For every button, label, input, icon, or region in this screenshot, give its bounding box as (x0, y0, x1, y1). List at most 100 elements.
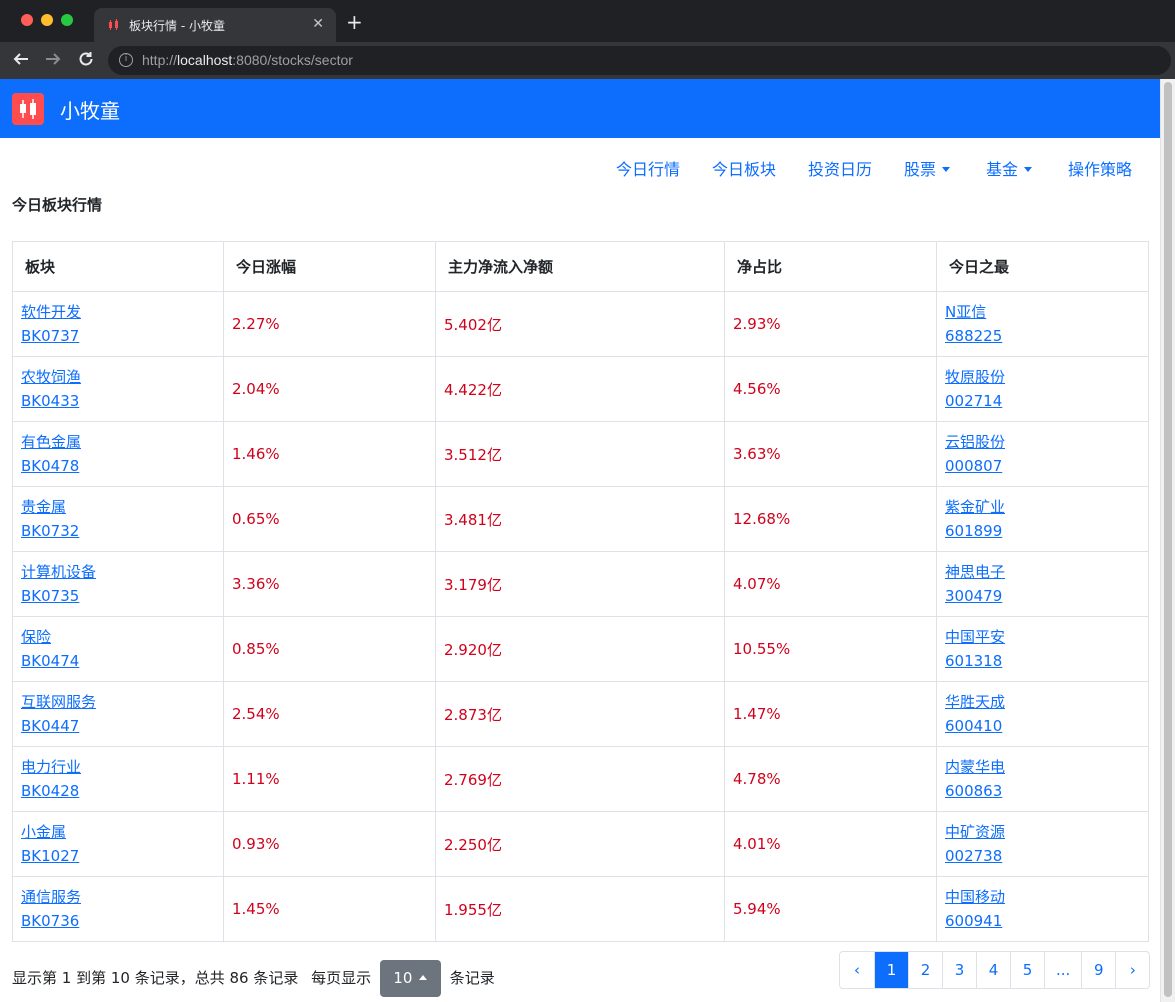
reload-icon[interactable] (77, 50, 95, 73)
vertical-scrollbar[interactable] (1160, 79, 1175, 1002)
sector-name-link[interactable]: 贵金属 (21, 495, 215, 519)
nav-stocks-dropdown[interactable]: 股票 (904, 156, 951, 180)
page-size-dropdown[interactable]: 10 (379, 960, 441, 997)
top-stock-code-link[interactable]: 600863 (945, 779, 1140, 803)
top-stock-code-link[interactable]: 000807 (945, 454, 1140, 478)
sector-code-link[interactable]: BK0433 (21, 389, 215, 413)
sector-code-link[interactable]: BK0737 (21, 324, 215, 348)
top-stock-cell: 紫金矿业 601899 (936, 486, 1149, 552)
top-stock-name-link[interactable]: N亚信 (945, 300, 1140, 324)
top-stock-code-link[interactable]: 600941 (945, 909, 1140, 933)
sector-cell: 小金属 BK1027 (12, 811, 224, 877)
top-stock-name-link[interactable]: 神思电子 (945, 560, 1140, 584)
tab-title: 板块行情 - 小牧童 (129, 19, 225, 33)
nav-today-market[interactable]: 今日行情 (616, 156, 680, 180)
top-stock-name-link[interactable]: 紫金矿业 (945, 495, 1140, 519)
record-range-text: 显示第 1 到第 10 条记录，总共 86 条记录 (12, 969, 299, 987)
top-stock-name-link[interactable]: 中国平安 (945, 625, 1140, 649)
sector-code-link[interactable]: BK0428 (21, 779, 215, 803)
top-stock-name-link[interactable]: 中矿资源 (945, 820, 1140, 844)
inflow-cell: 2.250亿 (435, 811, 725, 877)
sector-code-link[interactable]: BK1027 (21, 844, 215, 868)
change-cell: 2.04% (223, 356, 436, 422)
page-button-3[interactable]: 3 (942, 952, 976, 988)
top-stock-code-link[interactable]: 600410 (945, 714, 1140, 738)
top-stock-cell: 中国平安 601318 (936, 616, 1149, 682)
scrollbar-thumb[interactable] (1164, 82, 1172, 997)
nav-strategy[interactable]: 操作策略 (1068, 156, 1132, 180)
ratio-cell: 2.93% (724, 291, 937, 357)
top-stock-cell: 中矿资源 002738 (936, 811, 1149, 877)
top-stock-cell: 神思电子 300479 (936, 551, 1149, 617)
close-tab-icon[interactable]: ✕ (312, 16, 324, 32)
inflow-cell: 2.920亿 (435, 616, 725, 682)
ratio-cell: 4.01% (724, 811, 937, 877)
ratio-cell: 4.78% (724, 746, 937, 812)
table-row: 通信服务 BK0736 1.45% 1.955亿 5.94% 中国移动 600941 (12, 876, 1149, 942)
top-stock-name-link[interactable]: 牧原股份 (945, 365, 1140, 389)
sector-code-link[interactable]: BK0735 (21, 584, 215, 608)
top-stock-name-link[interactable]: 华胜天成 (945, 690, 1140, 714)
page-button-2[interactable]: 2 (908, 952, 942, 988)
ratio-cell: 10.55% (724, 616, 937, 682)
page-prev-button[interactable]: ‹ (840, 952, 874, 988)
top-stock-code-link[interactable]: 300479 (945, 584, 1140, 608)
top-navbar: 小牧童 (0, 79, 1160, 138)
page-button-4[interactable]: 4 (976, 952, 1010, 988)
sector-code-link[interactable]: BK0478 (21, 454, 215, 478)
column-header[interactable]: 板块 (12, 241, 224, 292)
nav-today-sector[interactable]: 今日板块 (712, 156, 776, 180)
top-stock-name-link[interactable]: 云铝股份 (945, 430, 1140, 454)
per-page-suffix: 条记录 (449, 969, 495, 987)
top-stock-code-link[interactable]: 601318 (945, 649, 1140, 673)
sector-code-link[interactable]: BK0732 (21, 519, 215, 543)
top-stock-name-link[interactable]: 中国移动 (945, 885, 1140, 909)
address-bar[interactable]: i http://localhost:8080/stocks/sector (108, 46, 1171, 75)
table-row: 有色金属 BK0478 1.46% 3.512亿 3.63% 云铝股份 000807 (12, 421, 1149, 487)
sector-name-link[interactable]: 有色金属 (21, 430, 215, 454)
column-header[interactable]: 今日涨幅 (223, 241, 436, 292)
back-arrow-icon[interactable] (12, 50, 30, 73)
sector-name-link[interactable]: 互联网服务 (21, 690, 215, 714)
brand-name[interactable]: 小牧童 (60, 95, 120, 124)
column-header[interactable]: 净占比 (724, 241, 937, 292)
page-next-button[interactable]: › (1115, 952, 1149, 988)
top-stock-code-link[interactable]: 601899 (945, 519, 1140, 543)
caret-up-icon (419, 975, 428, 980)
column-header[interactable]: 主力净流入净额 (435, 241, 725, 292)
sector-name-link[interactable]: 通信服务 (21, 885, 215, 909)
sector-name-link[interactable]: 电力行业 (21, 755, 215, 779)
close-window-button[interactable] (21, 14, 33, 26)
sector-code-link[interactable]: BK0474 (21, 649, 215, 673)
top-stock-name-link[interactable]: 内蒙华电 (945, 755, 1140, 779)
sector-name-link[interactable]: 小金属 (21, 820, 215, 844)
sector-name-link[interactable]: 软件开发 (21, 300, 215, 324)
new-tab-icon[interactable]: + (346, 12, 363, 32)
change-cell: 0.85% (223, 616, 436, 682)
page-button-1[interactable]: 1 (874, 952, 908, 988)
table-row: 电力行业 BK0428 1.11% 2.769亿 4.78% 内蒙华电 600863 (12, 746, 1149, 812)
maximize-window-button[interactable] (61, 14, 73, 26)
page-button-9[interactable]: 9 (1081, 952, 1115, 988)
info-icon[interactable]: i (119, 53, 133, 67)
table-row: 计算机设备 BK0735 3.36% 3.179亿 4.07% 神思电子 300479 (12, 551, 1149, 617)
sector-code-link[interactable]: BK0447 (21, 714, 215, 738)
browser-tab[interactable]: 板块行情 - 小牧童 ✕ (94, 8, 336, 42)
forward-arrow-icon[interactable] (44, 50, 62, 73)
table-row: 软件开发 BK0737 2.27% 5.402亿 2.93% N亚信 688225 (12, 291, 1149, 357)
page-button-5[interactable]: 5 (1010, 952, 1044, 988)
sector-code-link[interactable]: BK0736 (21, 909, 215, 933)
inflow-cell: 4.422亿 (435, 356, 725, 422)
sector-cell: 农牧饲渔 BK0433 (12, 356, 224, 422)
top-stock-code-link[interactable]: 002714 (945, 389, 1140, 413)
sector-name-link[interactable]: 农牧饲渔 (21, 365, 215, 389)
nav-investment-calendar[interactable]: 投资日历 (808, 156, 872, 180)
change-cell: 1.46% (223, 421, 436, 487)
minimize-window-button[interactable] (41, 14, 53, 26)
sector-name-link[interactable]: 计算机设备 (21, 560, 215, 584)
sector-name-link[interactable]: 保险 (21, 625, 215, 649)
nav-funds-dropdown[interactable]: 基金 (986, 156, 1033, 180)
column-header[interactable]: 今日之最 (936, 241, 1149, 292)
top-stock-code-link[interactable]: 002738 (945, 844, 1140, 868)
top-stock-code-link[interactable]: 688225 (945, 324, 1140, 348)
